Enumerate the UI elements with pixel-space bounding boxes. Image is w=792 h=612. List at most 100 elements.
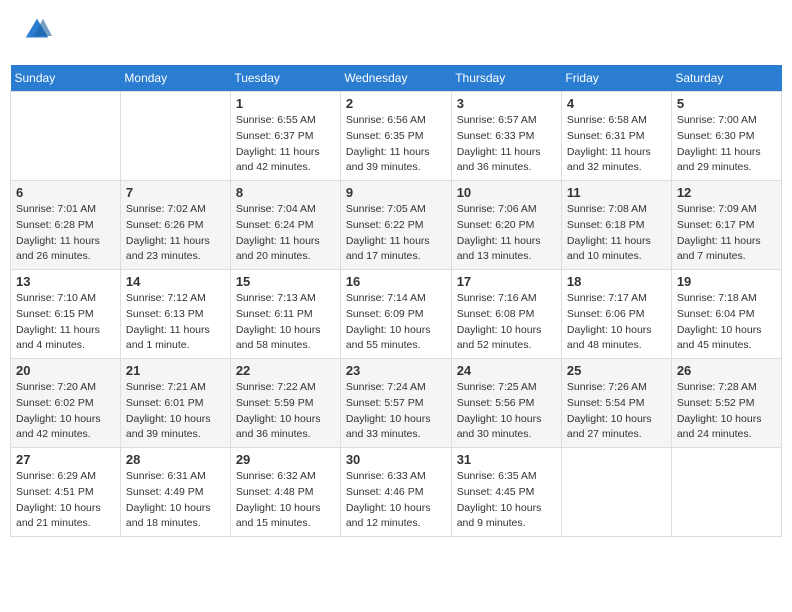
calendar-cell: 1 Sunrise: 6:55 AM Sunset: 6:37 PM Daylig… bbox=[230, 92, 340, 181]
day-info: Sunrise: 6:32 AM Sunset: 4:48 PM Dayligh… bbox=[236, 469, 335, 532]
calendar-cell: 22 Sunrise: 7:22 AM Sunset: 5:59 PM Dayli… bbox=[230, 359, 340, 448]
calendar-cell: 10 Sunrise: 7:06 AM Sunset: 6:20 PM Dayli… bbox=[451, 181, 561, 270]
day-info: Sunrise: 7:04 AM Sunset: 6:24 PM Dayligh… bbox=[236, 202, 335, 265]
day-info: Sunrise: 7:17 AM Sunset: 6:06 PM Dayligh… bbox=[567, 291, 666, 354]
day-info: Sunrise: 7:20 AM Sunset: 6:02 PM Dayligh… bbox=[16, 380, 115, 443]
calendar-cell: 23 Sunrise: 7:24 AM Sunset: 5:57 PM Dayli… bbox=[340, 359, 451, 448]
day-number: 12 bbox=[677, 185, 776, 200]
day-info: Sunrise: 6:57 AM Sunset: 6:33 PM Dayligh… bbox=[457, 113, 556, 176]
calendar-cell: 27Sunrise: 6:29 AM Sunset: 4:51 PM Dayli… bbox=[11, 448, 121, 537]
calendar-cell: 21Sunrise: 7:21 AM Sunset: 6:01 PM Dayli… bbox=[120, 359, 230, 448]
day-number: 6 bbox=[16, 185, 115, 200]
day-number: 13 bbox=[16, 274, 115, 289]
day-number: 15 bbox=[236, 274, 335, 289]
weekday-header-sunday: Sunday bbox=[11, 65, 121, 92]
day-info: Sunrise: 7:02 AM Sunset: 6:26 PM Dayligh… bbox=[126, 202, 225, 265]
weekday-header-tuesday: Tuesday bbox=[230, 65, 340, 92]
calendar-cell: 24 Sunrise: 7:25 AM Sunset: 5:56 PM Dayli… bbox=[451, 359, 561, 448]
day-number: 3 bbox=[457, 96, 556, 111]
calendar-cell: 25 Sunrise: 7:26 AM Sunset: 5:54 PM Dayli… bbox=[561, 359, 671, 448]
calendar-cell bbox=[561, 448, 671, 537]
day-number: 1 bbox=[236, 96, 335, 111]
calendar-cell: 20 Sunrise: 7:20 AM Sunset: 6:02 PM Dayli… bbox=[11, 359, 121, 448]
day-info: Sunrise: 6:58 AM Sunset: 6:31 PM Dayligh… bbox=[567, 113, 666, 176]
day-number: 5 bbox=[677, 96, 776, 111]
calendar-cell: 4 Sunrise: 6:58 AM Sunset: 6:31 PM Daylig… bbox=[561, 92, 671, 181]
day-number: 7 bbox=[126, 185, 225, 200]
day-info: Sunrise: 6:55 AM Sunset: 6:37 PM Dayligh… bbox=[236, 113, 335, 176]
weekday-header-wednesday: Wednesday bbox=[340, 65, 451, 92]
logo bbox=[20, 15, 52, 50]
calendar-cell: 17 Sunrise: 7:16 AM Sunset: 6:08 PM Dayli… bbox=[451, 270, 561, 359]
day-info: Sunrise: 7:09 AM Sunset: 6:17 PM Dayligh… bbox=[677, 202, 776, 265]
day-number: 11 bbox=[567, 185, 666, 200]
calendar-cell: 16Sunrise: 7:14 AM Sunset: 6:09 PM Dayli… bbox=[340, 270, 451, 359]
calendar-cell: 3 Sunrise: 6:57 AM Sunset: 6:33 PM Daylig… bbox=[451, 92, 561, 181]
logo-icon bbox=[22, 15, 52, 45]
calendar-cell: 11 Sunrise: 7:08 AM Sunset: 6:18 PM Dayli… bbox=[561, 181, 671, 270]
weekday-header-thursday: Thursday bbox=[451, 65, 561, 92]
calendar-cell: 26 Sunrise: 7:28 AM Sunset: 5:52 PM Dayli… bbox=[671, 359, 781, 448]
day-info: Sunrise: 7:01 AM Sunset: 6:28 PM Dayligh… bbox=[16, 202, 115, 265]
calendar-cell: 19 Sunrise: 7:18 AM Sunset: 6:04 PM Dayli… bbox=[671, 270, 781, 359]
day-info: Sunrise: 7:08 AM Sunset: 6:18 PM Dayligh… bbox=[567, 202, 666, 265]
calendar-cell: 6 Sunrise: 7:01 AM Sunset: 6:28 PM Daylig… bbox=[11, 181, 121, 270]
day-number: 22 bbox=[236, 363, 335, 378]
day-number: 16 bbox=[346, 274, 446, 289]
calendar-cell: 30 Sunrise: 6:33 AM Sunset: 4:46 PM Dayli… bbox=[340, 448, 451, 537]
day-info: Sunrise: 7:00 AM Sunset: 6:30 PM Dayligh… bbox=[677, 113, 776, 176]
day-info: Sunrise: 7:25 AM Sunset: 5:56 PM Dayligh… bbox=[457, 380, 556, 443]
calendar-cell: 12 Sunrise: 7:09 AM Sunset: 6:17 PM Dayli… bbox=[671, 181, 781, 270]
day-number: 25 bbox=[567, 363, 666, 378]
day-info: Sunrise: 6:33 AM Sunset: 4:46 PM Dayligh… bbox=[346, 469, 446, 532]
day-number: 28 bbox=[126, 452, 225, 467]
calendar-cell: 9 Sunrise: 7:05 AM Sunset: 6:22 PM Daylig… bbox=[340, 181, 451, 270]
page-header bbox=[10, 10, 782, 55]
day-number: 9 bbox=[346, 185, 446, 200]
day-info: Sunrise: 7:05 AM Sunset: 6:22 PM Dayligh… bbox=[346, 202, 446, 265]
day-number: 20 bbox=[16, 363, 115, 378]
day-info: Sunrise: 7:12 AM Sunset: 6:13 PM Dayligh… bbox=[126, 291, 225, 354]
week-row-2: 6 Sunrise: 7:01 AM Sunset: 6:28 PM Daylig… bbox=[11, 181, 782, 270]
day-number: 10 bbox=[457, 185, 556, 200]
calendar-cell: 18 Sunrise: 7:17 AM Sunset: 6:06 PM Dayli… bbox=[561, 270, 671, 359]
day-number: 29 bbox=[236, 452, 335, 467]
calendar-cell: 2Sunrise: 6:56 AM Sunset: 6:35 PM Daylig… bbox=[340, 92, 451, 181]
calendar-cell: 8Sunrise: 7:04 AM Sunset: 6:24 PM Daylig… bbox=[230, 181, 340, 270]
day-info: Sunrise: 7:13 AM Sunset: 6:11 PM Dayligh… bbox=[236, 291, 335, 354]
day-info: Sunrise: 6:56 AM Sunset: 6:35 PM Dayligh… bbox=[346, 113, 446, 176]
calendar-cell: 15 Sunrise: 7:13 AM Sunset: 6:11 PM Dayli… bbox=[230, 270, 340, 359]
week-row-1: 1 Sunrise: 6:55 AM Sunset: 6:37 PM Daylig… bbox=[11, 92, 782, 181]
calendar-cell: 14 Sunrise: 7:12 AM Sunset: 6:13 PM Dayli… bbox=[120, 270, 230, 359]
day-number: 30 bbox=[346, 452, 446, 467]
calendar-cell bbox=[120, 92, 230, 181]
day-info: Sunrise: 7:28 AM Sunset: 5:52 PM Dayligh… bbox=[677, 380, 776, 443]
day-info: Sunrise: 7:22 AM Sunset: 5:59 PM Dayligh… bbox=[236, 380, 335, 443]
day-info: Sunrise: 7:26 AM Sunset: 5:54 PM Dayligh… bbox=[567, 380, 666, 443]
day-number: 17 bbox=[457, 274, 556, 289]
week-row-3: 13 Sunrise: 7:10 AM Sunset: 6:15 PM Dayli… bbox=[11, 270, 782, 359]
day-number: 4 bbox=[567, 96, 666, 111]
day-info: Sunrise: 7:06 AM Sunset: 6:20 PM Dayligh… bbox=[457, 202, 556, 265]
day-info: Sunrise: 7:21 AM Sunset: 6:01 PM Dayligh… bbox=[126, 380, 225, 443]
day-number: 26 bbox=[677, 363, 776, 378]
day-info: Sunrise: 7:10 AM Sunset: 6:15 PM Dayligh… bbox=[16, 291, 115, 354]
day-number: 14 bbox=[126, 274, 225, 289]
calendar-cell: 28 Sunrise: 6:31 AM Sunset: 4:49 PM Dayli… bbox=[120, 448, 230, 537]
day-number: 18 bbox=[567, 274, 666, 289]
calendar-cell: 29 Sunrise: 6:32 AM Sunset: 4:48 PM Dayli… bbox=[230, 448, 340, 537]
day-number: 24 bbox=[457, 363, 556, 378]
day-info: Sunrise: 7:24 AM Sunset: 5:57 PM Dayligh… bbox=[346, 380, 446, 443]
weekday-header-saturday: Saturday bbox=[671, 65, 781, 92]
day-number: 23 bbox=[346, 363, 446, 378]
day-info: Sunrise: 7:18 AM Sunset: 6:04 PM Dayligh… bbox=[677, 291, 776, 354]
weekday-header-row: SundayMondayTuesdayWednesdayThursdayFrid… bbox=[11, 65, 782, 92]
calendar-cell: 7 Sunrise: 7:02 AM Sunset: 6:26 PM Daylig… bbox=[120, 181, 230, 270]
day-number: 19 bbox=[677, 274, 776, 289]
calendar-cell: 5 Sunrise: 7:00 AM Sunset: 6:30 PM Daylig… bbox=[671, 92, 781, 181]
day-info: Sunrise: 6:31 AM Sunset: 4:49 PM Dayligh… bbox=[126, 469, 225, 532]
calendar-cell: 13 Sunrise: 7:10 AM Sunset: 6:15 PM Dayli… bbox=[11, 270, 121, 359]
weekday-header-monday: Monday bbox=[120, 65, 230, 92]
calendar-cell: 31Sunrise: 6:35 AM Sunset: 4:45 PM Dayli… bbox=[451, 448, 561, 537]
day-info: Sunrise: 7:16 AM Sunset: 6:08 PM Dayligh… bbox=[457, 291, 556, 354]
